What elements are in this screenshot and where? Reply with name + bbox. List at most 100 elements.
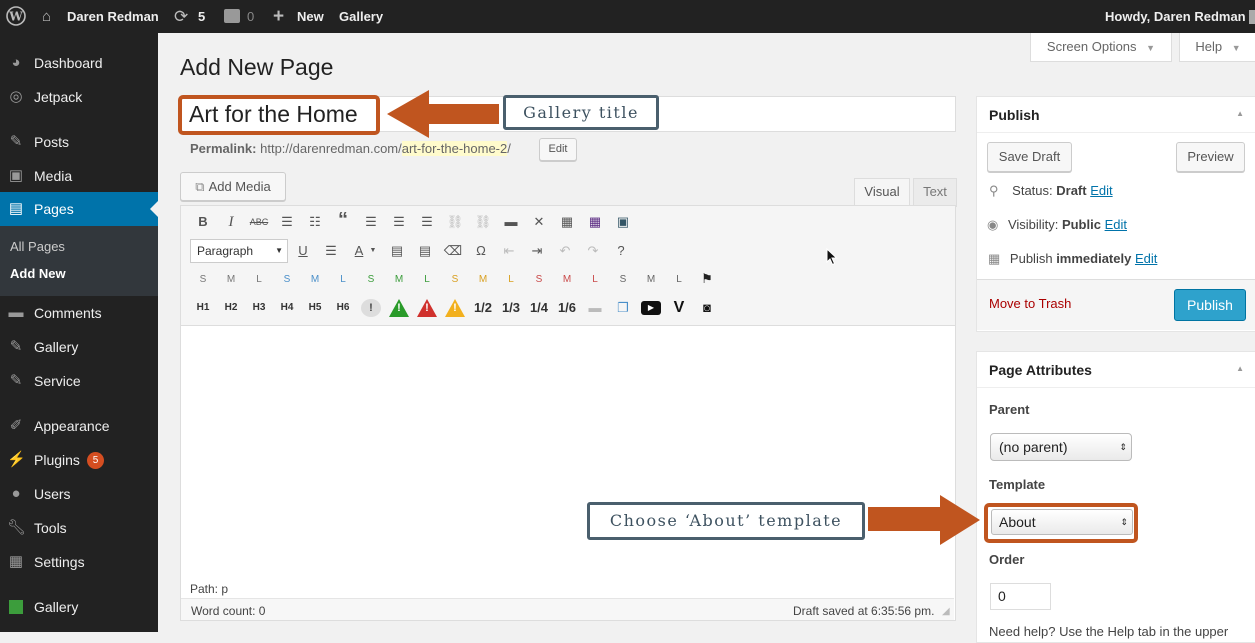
permalink-slug[interactable]: art-for-the-home-2 — [401, 141, 508, 156]
updates-icon[interactable]: ⟳ — [174, 0, 188, 33]
shortcode-m-icon[interactable]: M — [641, 271, 661, 289]
new-link[interactable]: New — [297, 0, 324, 33]
tab-visual[interactable]: Visual — [854, 178, 910, 207]
site-name-link[interactable]: Daren Redman — [67, 0, 159, 33]
sidebar-item-tools[interactable]: 🔧︎ Tools — [0, 512, 158, 544]
flag-icon[interactable]: ⚑ — [697, 270, 717, 288]
comments-icon[interactable] — [224, 9, 240, 23]
unlink-icon[interactable]: ⛓ — [473, 213, 493, 231]
tab-text[interactable]: Text — [913, 178, 957, 207]
shortcode-m-icon[interactable]: M — [557, 271, 577, 289]
sidebar-item-comments[interactable]: ▬ Comments — [0, 297, 158, 329]
indent-icon[interactable]: ⇥ — [527, 242, 547, 260]
read-more-icon[interactable]: ▬ — [501, 213, 521, 231]
column-half-button[interactable]: 1/2 — [473, 299, 493, 317]
shortcode-l-icon[interactable]: L — [669, 271, 689, 289]
shortcode-m-icon[interactable]: M — [305, 271, 325, 289]
youtube-icon[interactable]: ▶ — [641, 301, 661, 315]
comments-count[interactable]: 0 — [247, 0, 254, 33]
caret-down-icon[interactable]: ▼ — [368, 242, 378, 260]
sidebar-item-dashboard[interactable]: ◕ Dashboard — [0, 47, 158, 79]
title-input-value[interactable]: Art for the Home — [189, 100, 358, 128]
shortcode-l-icon[interactable]: L — [417, 271, 437, 289]
table-icon[interactable]: ▦ — [585, 213, 605, 231]
move-to-trash-link[interactable]: Move to Trash — [989, 296, 1071, 311]
undo-icon[interactable]: ↶ — [555, 242, 575, 260]
text-color-icon[interactable]: A — [349, 242, 369, 260]
shortcode-m-icon[interactable]: M — [389, 271, 409, 289]
shortcode-l-icon[interactable]: L — [333, 271, 353, 289]
gallery-link[interactable]: Gallery — [339, 0, 383, 33]
shortcode-l-icon[interactable]: L — [501, 271, 521, 289]
strikethrough-icon[interactable]: ABC — [249, 213, 269, 231]
help-tab[interactable]: Help ▼ — [1179, 33, 1255, 62]
clear-formatting-icon[interactable]: ⌫ — [443, 242, 463, 260]
wordpress-logo-icon[interactable]: W — [6, 0, 28, 33]
help-icon[interactable]: ? — [611, 242, 631, 260]
preview-button[interactable]: Preview — [1176, 142, 1245, 172]
sidebar-item-jetpack[interactable]: ◎ Jetpack — [0, 81, 158, 113]
sidebar-item-settings[interactable]: ▦ Settings — [0, 546, 158, 578]
submenu-add-new[interactable]: Add New — [10, 266, 66, 281]
shortcode-s-icon[interactable]: S — [193, 271, 213, 289]
bold-icon[interactable]: B — [193, 213, 213, 231]
fullscreen-icon[interactable]: ✕ — [529, 213, 549, 231]
page-attributes-header[interactable]: Page Attributes ▲ — [977, 352, 1255, 388]
justify-icon[interactable]: ☰ — [321, 242, 341, 260]
bullet-list-icon[interactable]: ☰ — [277, 213, 297, 231]
template-select[interactable]: About ⇕ — [991, 509, 1133, 535]
align-center-icon[interactable]: ☰ — [389, 213, 409, 231]
heading-3-button[interactable]: H3 — [249, 299, 269, 317]
shortcode-s-icon[interactable]: S — [613, 271, 633, 289]
column-quarter-button[interactable]: 1/4 — [529, 299, 549, 317]
sidebar-item-gallery-plugin[interactable]: Gallery — [0, 591, 158, 623]
special-char-icon[interactable]: Ω — [471, 242, 491, 260]
shortcode-s-icon[interactable]: S — [445, 271, 465, 289]
redo-icon[interactable]: ↷ — [583, 242, 603, 260]
status-edit-link[interactable]: Edit — [1090, 183, 1112, 198]
sidebar-item-appearance[interactable]: ✐ Appearance — [0, 410, 158, 442]
howdy-account[interactable]: Howdy, Daren Redman — [1105, 0, 1246, 33]
collapse-arrow-icon[interactable]: ▲ — [1236, 364, 1244, 373]
link-icon[interactable]: ⛓ — [445, 213, 465, 231]
order-input[interactable]: 0 — [990, 583, 1051, 610]
outdent-icon[interactable]: ⇤ — [499, 242, 519, 260]
plus-icon[interactable]: + — [273, 0, 284, 33]
screen-options-tab[interactable]: Screen Options ▼ — [1030, 33, 1172, 62]
shortcode-s-icon[interactable]: S — [361, 271, 381, 289]
sidebar-item-posts[interactable]: ✎ Posts — [0, 126, 158, 158]
avatar[interactable] — [1249, 10, 1255, 24]
blockquote-icon[interactable]: “ — [333, 210, 353, 230]
column-third-button[interactable]: 1/3 — [501, 299, 521, 317]
save-draft-button[interactable]: Save Draft — [987, 142, 1072, 172]
shortcode-m-icon[interactable]: M — [221, 271, 241, 289]
shortcode-s-icon[interactable]: S — [529, 271, 549, 289]
publish-button[interactable]: Publish — [1174, 289, 1246, 321]
heading-2-button[interactable]: H2 — [221, 299, 241, 317]
sidebar-item-gallery[interactable]: ✎ Gallery — [0, 331, 158, 363]
parent-select[interactable]: (no parent) ⇕ — [990, 433, 1132, 461]
sidebar-item-media[interactable]: ▣ Media — [0, 160, 158, 192]
paste-text-icon[interactable]: ▤ — [387, 242, 407, 260]
toolbar-toggle-icon[interactable]: ▦ — [557, 213, 577, 231]
submenu-all-pages[interactable]: All Pages — [10, 239, 65, 254]
updates-count[interactable]: 5 — [198, 0, 205, 33]
publish-date-edit-link[interactable]: Edit — [1135, 251, 1157, 266]
heading-1-button[interactable]: H1 — [193, 299, 213, 317]
format-select[interactable]: Paragraph ▼ — [190, 239, 288, 263]
paste-word-icon[interactable]: ▤ — [415, 242, 435, 260]
shortcode-l-icon[interactable]: L — [249, 271, 269, 289]
add-media-button[interactable]: ⧉ Add Media — [180, 172, 286, 201]
resize-handle-icon[interactable]: ◢ — [942, 606, 950, 617]
numbered-list-icon[interactable]: ☷ — [305, 213, 325, 231]
column-sixth-button[interactable]: 1/6 — [557, 299, 577, 317]
collapse-arrow-icon[interactable]: ▲ — [1236, 109, 1244, 118]
publish-box-header[interactable]: Publish ▲ — [977, 97, 1255, 133]
heading-4-button[interactable]: H4 — [277, 299, 297, 317]
align-right-icon[interactable]: ☰ — [417, 213, 437, 231]
shortcode-s-icon[interactable]: S — [277, 271, 297, 289]
notice-grey-button[interactable]: ! — [361, 299, 381, 317]
sidebar-item-pages[interactable]: ▤ Pages — [0, 192, 158, 226]
visibility-edit-link[interactable]: Edit — [1105, 217, 1127, 232]
italic-icon[interactable]: I — [221, 213, 241, 231]
